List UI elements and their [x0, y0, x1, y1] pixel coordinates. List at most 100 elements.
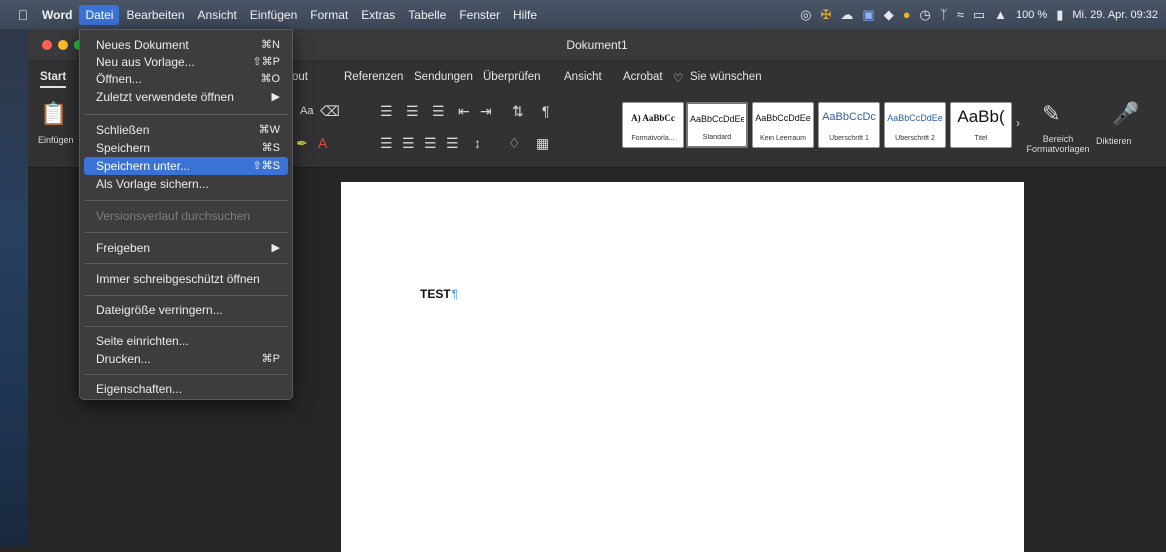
style-ueberschrift-1[interactable]: AaBbCcDc Überschrift 1	[818, 102, 880, 148]
menu-item-label: Versionsverlauf durchsuchen	[96, 209, 251, 223]
cloud-icon[interactable]: ☁	[840, 7, 853, 23]
menu-item-new-from-template[interactable]: Neu aus Vorlage... ⇧⌘P	[84, 53, 288, 71]
battery-percent[interactable]: 100 %	[1016, 9, 1047, 21]
submenu-arrow-icon: ▶	[271, 242, 280, 254]
menu-item-reduce-file-size[interactable]: Dateigröße verringern...	[84, 301, 288, 319]
menu-separator	[84, 114, 288, 115]
menu-item-label: Zuletzt verwendete öffnen	[96, 90, 234, 104]
style-standard[interactable]: AaBbCcDdEe Standard	[686, 102, 748, 148]
battery-icon[interactable]: ▮	[1056, 7, 1063, 23]
menu-item-save-as-template[interactable]: Als Vorlage sichern...	[84, 175, 288, 193]
microphone-icon[interactable]: 🎤	[1112, 101, 1139, 127]
menu-item-page-setup[interactable]: Seite einrichten...	[84, 332, 288, 350]
extension-icon[interactable]: ✠	[820, 7, 831, 23]
tab-sendungen[interactable]: Sendungen	[414, 71, 473, 83]
styles-pane-icon[interactable]: ✎	[1042, 101, 1060, 127]
text-content: TEST	[420, 287, 451, 301]
apple-menu-icon[interactable]: 	[10, 7, 36, 23]
tab-referenzen[interactable]: Referenzen	[344, 71, 403, 83]
style-name: Überschrift 2	[895, 135, 935, 142]
numbering-icon[interactable]: ☰	[406, 103, 419, 120]
change-case-button[interactable]: Aa	[300, 105, 313, 117]
menu-item-always-open-readonly[interactable]: Immer schreibgeschützt öffnen	[84, 270, 288, 288]
style-sample: A) AaBbCc	[631, 113, 675, 123]
document-text[interactable]: TEST¶	[420, 287, 458, 301]
tab-layout[interactable]: out	[292, 71, 308, 83]
tell-me-search[interactable]: Sie wünschen	[690, 71, 762, 83]
menu-item-save-as[interactable]: Speichern unter... ⇧⌘S	[84, 157, 288, 175]
menu-format[interactable]: Format	[304, 5, 354, 25]
shield-icon[interactable]: ◆	[884, 7, 894, 23]
menu-separator	[84, 295, 288, 296]
menu-item-label: Öffnen...	[96, 72, 142, 86]
align-left-icon[interactable]: ☰	[380, 135, 393, 152]
menu-extras[interactable]: Extras	[355, 5, 401, 25]
volume-icon[interactable]: ▲	[994, 7, 1007, 22]
tab-ueberpruefen[interactable]: Überprüfen	[483, 71, 541, 83]
increase-indent-icon[interactable]: ⇥	[480, 103, 492, 120]
justify-icon[interactable]: ☰	[446, 135, 459, 152]
menu-bearbeiten[interactable]: Bearbeiten	[120, 5, 190, 25]
tell-me-icon[interactable]: ♡	[673, 71, 683, 85]
menu-separator	[84, 263, 288, 264]
sort-icon[interactable]: ⇅	[512, 103, 524, 120]
bullets-icon[interactable]: ☰	[380, 103, 393, 120]
menu-item-print[interactable]: Drucken... ⌘P	[84, 350, 288, 368]
font-color-icon[interactable]: A	[318, 135, 327, 151]
line-spacing-icon[interactable]: ↕	[474, 135, 481, 151]
tab-ansicht[interactable]: Ansicht	[564, 71, 602, 83]
menu-item-label: Schließen	[96, 123, 150, 137]
decrease-indent-icon[interactable]: ⇤	[458, 103, 470, 120]
bluetooth-icon[interactable]: ᛉ	[940, 7, 948, 22]
tab-start[interactable]: Start	[40, 71, 67, 88]
highlight-icon[interactable]: ✒	[296, 135, 308, 152]
menu-tabelle[interactable]: Tabelle	[402, 5, 452, 25]
styles-more-chevron-icon[interactable]: ›	[1016, 116, 1020, 130]
shortcut: ⌘N	[261, 39, 280, 51]
paragraph-mark-icon: ¶	[451, 287, 459, 301]
menu-item-share[interactable]: Freigeben ▶	[84, 239, 288, 257]
airplay-icon[interactable]: ▭	[973, 7, 985, 23]
tab-acrobat[interactable]: Acrobat	[623, 71, 663, 83]
menu-datei[interactable]: Datei	[79, 4, 120, 25]
multilevel-list-icon[interactable]: ☰	[432, 103, 445, 120]
menu-app-word[interactable]: Word	[36, 5, 78, 25]
menu-item-version-history: Versionsverlauf durchsuchen	[84, 207, 288, 225]
menu-item-new-document[interactable]: Neues Dokument ⌘N	[84, 36, 288, 54]
wifi-icon[interactable]: ≈	[957, 7, 964, 22]
submenu-arrow-icon: ▶	[271, 91, 280, 103]
style-kein-leerraum[interactable]: AaBbCcDdEe Kein Leerraum	[752, 102, 814, 148]
style-titel[interactable]: AaBb( Titel	[950, 102, 1012, 148]
styles-pane-label[interactable]: Bereich Formatvorlagen	[1026, 134, 1090, 154]
clock-icon[interactable]: ◷	[920, 7, 931, 23]
menu-item-label: Drucken...	[96, 352, 151, 366]
style-sample: AaBbCcDdEe	[755, 113, 811, 123]
dictate-label[interactable]: Diktieren	[1096, 136, 1132, 146]
paste-label[interactable]: Einfügen	[38, 135, 74, 145]
show-formatting-icon[interactable]: ¶	[542, 103, 550, 119]
clear-format-icon[interactable]: ⌫	[320, 103, 340, 120]
menu-item-label: Speichern unter...	[96, 159, 191, 173]
menu-einfuegen[interactable]: Einfügen	[244, 5, 303, 25]
clipboard-icon[interactable]: 📋	[40, 101, 67, 127]
shading-icon[interactable]: ♢	[508, 135, 521, 152]
menu-item-properties[interactable]: Eigenschaften...	[84, 380, 288, 398]
menu-item-open[interactable]: Öffnen... ⌘O	[84, 70, 288, 88]
align-center-icon[interactable]: ☰	[402, 135, 415, 152]
style-ueberschrift-2[interactable]: AaBbCcDdEe Überschrift 2	[884, 102, 946, 148]
creative-cloud-icon[interactable]: ◎	[800, 7, 811, 23]
clock-text[interactable]: Mi. 29. Apr. 09:32	[1072, 9, 1158, 21]
align-right-icon[interactable]: ☰	[424, 135, 437, 152]
status-dot-icon[interactable]: ●	[903, 7, 911, 22]
document-page[interactable]: TEST¶	[341, 182, 1024, 552]
app-square-icon[interactable]: ▣	[862, 7, 874, 23]
borders-icon[interactable]: ▦	[536, 135, 549, 152]
menu-item-close[interactable]: Schließen ⌘W	[84, 121, 288, 139]
menu-fenster[interactable]: Fenster	[453, 5, 506, 25]
menu-item-open-recent[interactable]: Zuletzt verwendete öffnen ▶	[84, 88, 288, 106]
menu-hilfe[interactable]: Hilfe	[507, 5, 543, 25]
style-name: Kein Leerraum	[760, 135, 806, 142]
menu-item-save[interactable]: Speichern ⌘S	[84, 139, 288, 157]
menu-ansicht[interactable]: Ansicht	[192, 5, 243, 25]
style-formatvorlage[interactable]: A) AaBbCc Formatvorla...	[622, 102, 684, 148]
